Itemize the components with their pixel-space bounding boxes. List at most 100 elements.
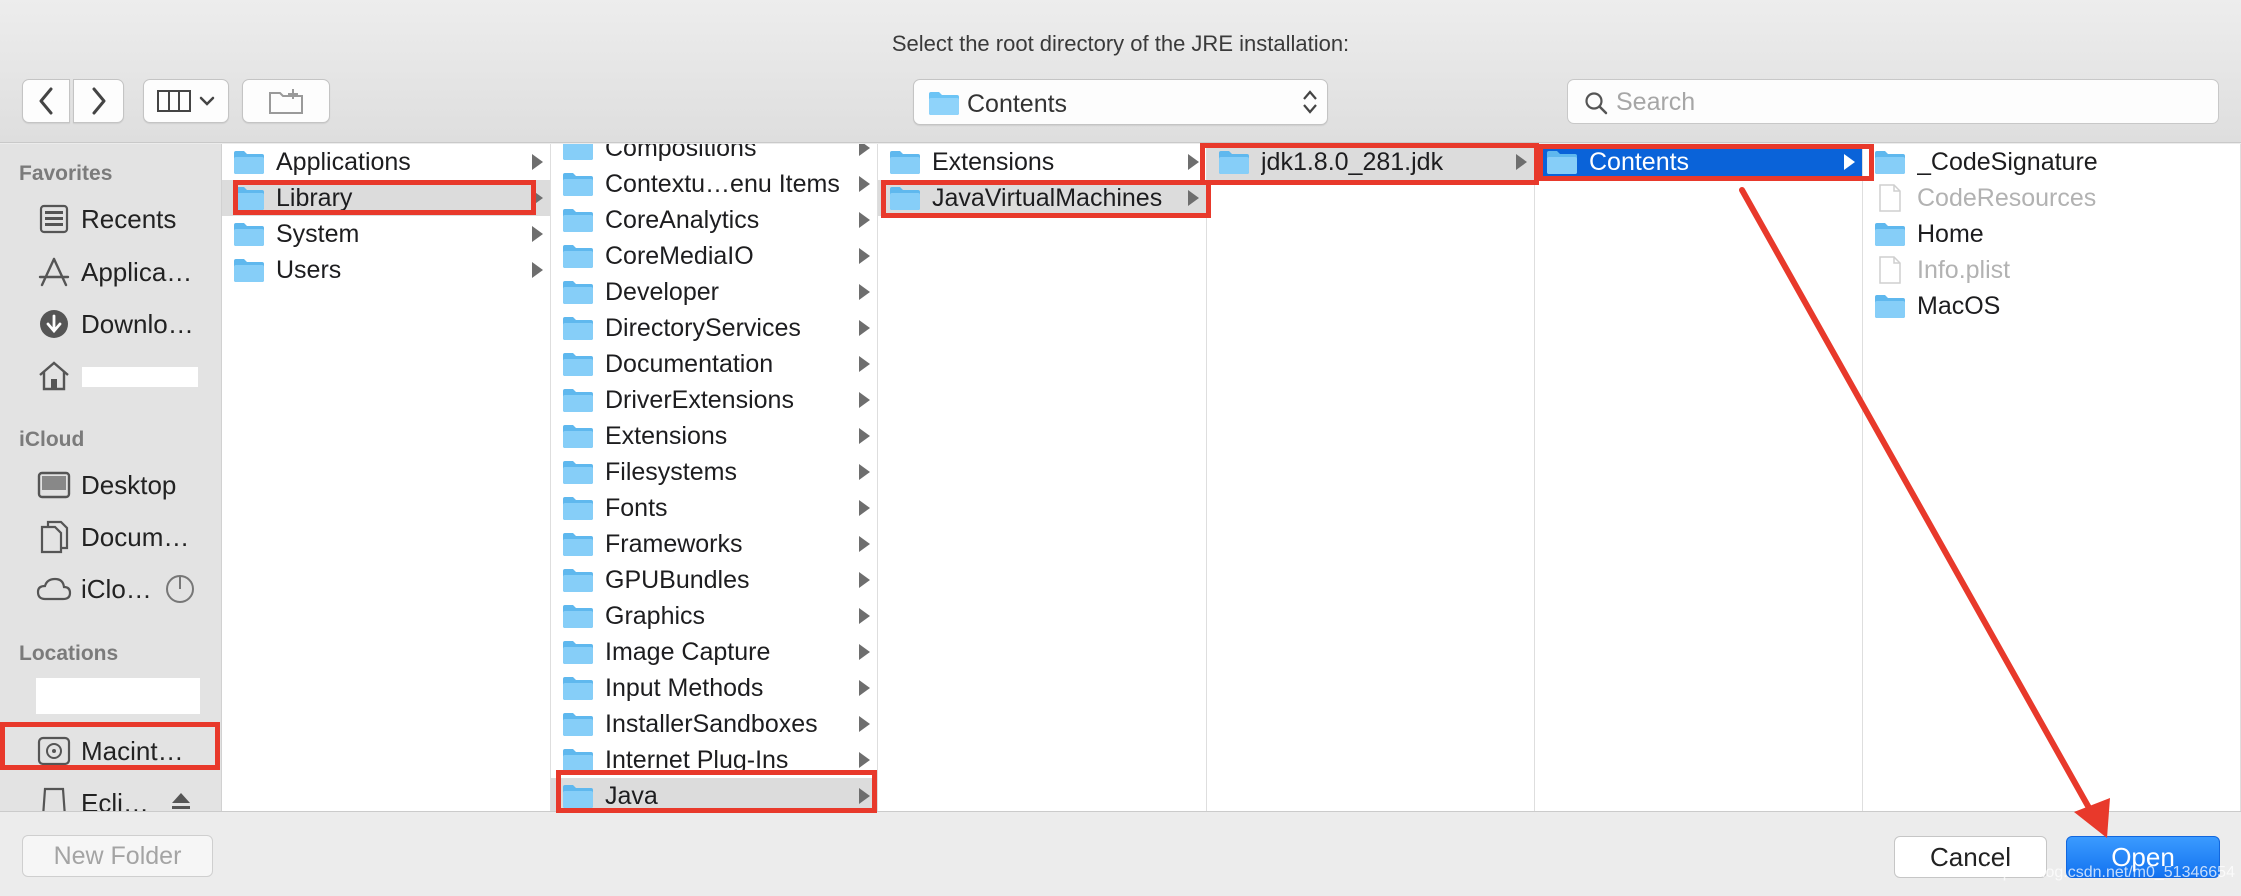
sidebar-item-label: Ecli… <box>81 787 149 812</box>
row-label: Developer <box>605 277 719 306</box>
folder-icon <box>561 530 595 558</box>
folder-row[interactable]: jdk1.8.0_281.jdk <box>1207 144 1534 180</box>
folder-row[interactable]: InstallerSandboxes <box>551 706 877 742</box>
recents-icon <box>36 201 72 237</box>
folder-row[interactable]: Contents <box>1535 144 1862 180</box>
sidebar-item-label: Applica… <box>81 256 193 287</box>
downloads-icon <box>36 306 72 342</box>
folder-icon <box>561 242 595 270</box>
sidebar-item-label: Docum… <box>81 521 190 552</box>
folder-icon <box>561 144 595 162</box>
folder-row[interactable]: Developer <box>551 274 877 310</box>
folder-row[interactable]: Applications <box>222 144 550 180</box>
folder-row[interactable]: DriverExtensions <box>551 382 877 418</box>
disclosure-arrow-icon <box>859 680 870 696</box>
location-label: Contents <box>967 90 1068 118</box>
folder-row[interactable]: Graphics <box>551 598 877 634</box>
folder-row[interactable]: Compositions <box>551 144 877 166</box>
icloud-icon <box>36 571 72 607</box>
disclosure-arrow-icon <box>859 572 870 588</box>
disclosure-arrow-icon <box>532 190 543 206</box>
folder-row[interactable]: CoreAnalytics <box>551 202 877 238</box>
folder-icon <box>561 458 595 486</box>
applications-icon <box>36 254 72 290</box>
sidebar-item-documents[interactable]: Docum… <box>36 515 216 559</box>
folder-row[interactable]: System <box>222 216 550 252</box>
file-row[interactable]: CodeResources <box>1863 180 2240 216</box>
folder-icon <box>561 386 595 414</box>
folder-row[interactable]: Filesystems <box>551 454 877 490</box>
file-icon <box>1873 256 1907 284</box>
view-mode-button[interactable] <box>143 79 229 123</box>
folder-row[interactable]: Extensions <box>551 418 877 454</box>
row-label: JavaVirtualMachines <box>932 183 1163 212</box>
disclosure-arrow-icon <box>532 226 543 242</box>
folder-row[interactable]: Users <box>222 252 550 288</box>
folder-row[interactable]: Image Capture <box>551 634 877 670</box>
disclosure-arrow-icon <box>859 320 870 336</box>
folder-icon <box>1873 220 1907 248</box>
back-button[interactable] <box>22 79 70 123</box>
row-label: MacOS <box>1917 291 2001 320</box>
browser-column-1[interactable]: Compositions Contextu…enu Items CoreAnalyt… <box>551 144 878 811</box>
location-popup[interactable]: Contents <box>913 79 1328 125</box>
disclosure-arrow-icon <box>532 262 543 278</box>
folder-icon <box>1873 292 1907 320</box>
sidebar-item-downloads[interactable]: Downlo… <box>36 302 216 346</box>
browser-column-3[interactable]: jdk1.8.0_281.jdk <box>1207 144 1535 811</box>
new-folder-button[interactable]: New Folder <box>22 835 213 877</box>
forward-button[interactable] <box>73 79 124 123</box>
eject-icon[interactable] <box>170 790 192 811</box>
browser-column-2[interactable]: Extensions JavaVirtualMachines <box>878 144 1207 811</box>
file-row[interactable]: Info.plist <box>1863 252 2240 288</box>
chevron-left-icon <box>39 87 53 115</box>
browser-column-0[interactable]: Applications Library System Users <box>222 144 551 811</box>
disclosure-arrow-icon <box>859 716 870 732</box>
column-browser: Applications Library System Users Compositio… <box>222 144 2241 811</box>
toolbar: Select the root directory of the JRE ins… <box>0 0 2241 143</box>
search-input[interactable] <box>1616 86 2206 118</box>
folder-row[interactable]: Library <box>222 180 550 216</box>
sidebar: Favorites Recents Applica… Downlo… iClou… <box>0 144 222 811</box>
folder-icon <box>561 278 595 306</box>
sidebar-item-applications[interactable]: Applica… <box>36 250 216 294</box>
folder-row[interactable]: Contextu…enu Items <box>551 166 877 202</box>
row-label: Internet Plug-Ins <box>605 745 789 774</box>
folder-row[interactable]: Fonts <box>551 490 877 526</box>
folder-row[interactable]: Frameworks <box>551 526 877 562</box>
folder-row[interactable]: DirectoryServices <box>551 310 877 346</box>
up-down-arrows-icon <box>1303 90 1317 114</box>
folder-row[interactable]: _CodeSignature <box>1863 144 2240 180</box>
folder-row[interactable]: CoreMediaIO <box>551 238 877 274</box>
search-field[interactable] <box>1567 79 2219 124</box>
folder-icon <box>561 350 595 378</box>
folder-row[interactable]: Input Methods <box>551 670 877 706</box>
documents-icon <box>36 519 72 555</box>
new-folder-toolbar-button[interactable] <box>242 79 330 123</box>
row-label: InstallerSandboxes <box>605 709 818 738</box>
folder-row[interactable]: Java <box>551 778 877 811</box>
sidebar-item-desktop[interactable]: Desktop <box>36 463 216 507</box>
folder-row[interactable]: MacOS <box>1863 288 2240 324</box>
browser-column-4[interactable]: Contents <box>1535 144 1863 811</box>
sidebar-section-icloud: iCloud <box>19 428 85 451</box>
sidebar-item-macintosh-hd[interactable]: Macint… <box>36 729 216 773</box>
folder-icon <box>561 602 595 630</box>
folder-icon <box>888 184 922 212</box>
folder-row[interactable]: Documentation <box>551 346 877 382</box>
desktop-icon <box>36 467 72 503</box>
folder-icon <box>1217 148 1251 176</box>
disclosure-arrow-icon <box>859 144 870 156</box>
folder-icon <box>1545 148 1579 176</box>
row-label: _CodeSignature <box>1917 147 2098 176</box>
browser-column-5[interactable]: _CodeSignature CodeResources Home Info.plis… <box>1863 144 2241 811</box>
folder-row[interactable]: Home <box>1863 216 2240 252</box>
row-label: Applications <box>276 147 411 176</box>
folder-row[interactable]: GPUBundles <box>551 562 877 598</box>
folder-row[interactable]: JavaVirtualMachines <box>878 180 1206 216</box>
disclosure-arrow-icon <box>859 536 870 552</box>
row-label: GPUBundles <box>605 565 750 594</box>
folder-row[interactable]: Extensions <box>878 144 1206 180</box>
folder-row[interactable]: Internet Plug-Ins <box>551 742 877 778</box>
sidebar-item-recents[interactable]: Recents <box>36 197 216 241</box>
